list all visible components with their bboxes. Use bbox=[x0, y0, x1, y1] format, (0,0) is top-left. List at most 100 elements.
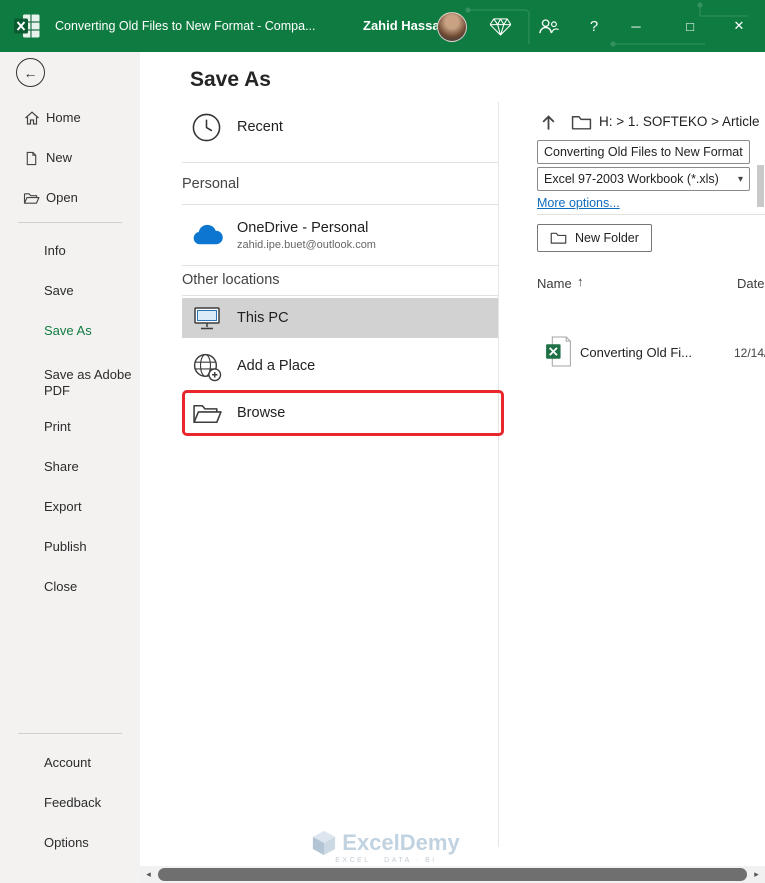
section-header-other-locations: Other locations bbox=[182, 272, 280, 288]
sidebar-item-label: Share bbox=[44, 459, 132, 475]
sidebar-item-open[interactable]: Open bbox=[0, 178, 140, 218]
scroll-right-arrow[interactable]: ▸ bbox=[748, 866, 765, 883]
sidebar-item-label: Home bbox=[46, 110, 134, 126]
column-header-name[interactable]: Name bbox=[537, 276, 572, 291]
place-label: Add a Place bbox=[237, 358, 315, 374]
titlebar: Converting Old Files to New Format - Com… bbox=[0, 0, 765, 52]
column-divider bbox=[498, 102, 499, 847]
back-button[interactable]: ← bbox=[16, 58, 45, 87]
sidebar-item-label: Save As bbox=[44, 323, 132, 339]
new-folder-button[interactable]: New Folder bbox=[537, 224, 652, 252]
places-divider bbox=[182, 204, 498, 205]
file-name: Converting Old Fi... bbox=[580, 345, 692, 360]
sidebar-item-label: Publish bbox=[44, 539, 132, 555]
premium-diamond-icon[interactable] bbox=[483, 0, 517, 52]
globe-plus-icon bbox=[190, 350, 222, 382]
save-locations-list: Recent Personal OneDrive - Personal zahi… bbox=[182, 96, 498, 496]
excel-file-icon bbox=[545, 336, 572, 367]
sidebar-item-home[interactable]: Home bbox=[0, 98, 140, 138]
place-item-onedrive[interactable]: OneDrive - Personal zahid.ipe.buet@outlo… bbox=[182, 206, 498, 264]
page-title: Save As bbox=[190, 68, 271, 92]
horizontal-scrollbar: ◂ ▸ bbox=[140, 866, 765, 883]
panel-divider bbox=[537, 214, 765, 215]
path-nav-row: H: > 1. SOFTEKO > Article bbox=[537, 110, 765, 136]
path-folder-icon bbox=[571, 114, 592, 131]
place-label: Recent bbox=[237, 119, 283, 135]
browse-folder-icon bbox=[191, 400, 223, 426]
filetype-value: Excel 97-2003 Workbook (*.xls) bbox=[538, 172, 719, 186]
filename-input[interactable] bbox=[537, 140, 750, 164]
places-divider bbox=[182, 162, 498, 163]
sidebar-item-export[interactable]: Export bbox=[0, 487, 140, 527]
sidebar-item-save-as-adobe-pdf[interactable]: Save as Adobe PDF bbox=[0, 355, 140, 411]
onedrive-cloud-icon bbox=[190, 223, 224, 247]
onedrive-email: zahid.ipe.buet@outlook.com bbox=[237, 239, 376, 251]
minimize-button[interactable]: ─ bbox=[613, 0, 659, 52]
sidebar-item-save[interactable]: Save bbox=[0, 271, 140, 311]
sidebar-item-print[interactable]: Print bbox=[0, 407, 140, 447]
place-item-browse annotation-red-box[interactable]: Browse bbox=[182, 390, 504, 436]
contacts-people-icon[interactable] bbox=[531, 0, 565, 52]
sort-ascending-icon: ↑ bbox=[577, 274, 584, 289]
sidebar-item-label: Open bbox=[46, 190, 134, 206]
backstage-content: Save As Recent Personal OneDrive - Perso bbox=[140, 52, 765, 883]
place-label: Browse bbox=[237, 405, 285, 421]
account-user-name[interactable]: Zahid Hassan bbox=[363, 0, 448, 52]
chevron-down-icon: ▾ bbox=[738, 174, 743, 185]
user-avatar[interactable] bbox=[437, 12, 467, 42]
sidebar-divider bbox=[18, 733, 122, 734]
backstage-sidebar: ← Home New Open Info Save Save As Save a… bbox=[0, 52, 140, 883]
scroll-left-arrow[interactable]: ◂ bbox=[140, 866, 157, 883]
sidebar-item-label: Options bbox=[44, 835, 132, 851]
close-button[interactable]: ✕ bbox=[716, 0, 762, 52]
excel-app-icon bbox=[13, 13, 41, 39]
place-label: OneDrive - Personal bbox=[237, 220, 376, 236]
clock-icon bbox=[190, 111, 222, 143]
sidebar-item-close[interactable]: Close bbox=[0, 567, 140, 607]
help-icon[interactable]: ? bbox=[577, 0, 611, 52]
breadcrumb[interactable]: H: > 1. SOFTEKO > Article bbox=[599, 114, 760, 129]
sidebar-item-label: Export bbox=[44, 499, 132, 515]
save-details-panel: H: > 1. SOFTEKO > Article Excel 97-2003 … bbox=[537, 110, 765, 710]
sidebar-item-label: Feedback bbox=[44, 795, 132, 811]
sidebar-item-new[interactable]: New bbox=[0, 138, 140, 178]
navigate-up-icon[interactable] bbox=[539, 113, 558, 132]
file-list-item[interactable]: Converting Old Fi... 12/14/2... bbox=[537, 334, 765, 378]
sidebar-item-label: Print bbox=[44, 419, 132, 435]
excel-backstage-window: { "colors": { "titlebar_green": "#0e7c41… bbox=[0, 0, 765, 883]
sidebar-item-label: Account bbox=[44, 755, 132, 771]
sidebar-item-save-as[interactable]: Save As bbox=[0, 311, 140, 351]
monitor-icon bbox=[192, 304, 222, 332]
place-item-this-pc[interactable]: This PC bbox=[182, 298, 498, 338]
sidebar-item-account[interactable]: Account bbox=[0, 743, 140, 783]
open-folder-icon bbox=[23, 190, 40, 207]
back-arrow-icon: ← bbox=[24, 65, 38, 81]
place-label: This PC bbox=[237, 310, 289, 326]
section-header-personal: Personal bbox=[182, 176, 239, 192]
more-options-link[interactable]: More options... bbox=[537, 196, 620, 210]
vertical-scrollbar-thumb[interactable] bbox=[757, 165, 764, 207]
file-date: 12/14/2... bbox=[734, 346, 765, 360]
home-icon bbox=[23, 110, 40, 127]
maximize-button[interactable]: □ bbox=[667, 0, 713, 52]
column-header-date[interactable]: Date bbox=[737, 276, 764, 291]
sidebar-item-feedback[interactable]: Feedback bbox=[0, 783, 140, 823]
places-divider bbox=[182, 295, 498, 296]
sidebar-item-label: Close bbox=[44, 579, 132, 595]
sidebar-item-share[interactable]: Share bbox=[0, 447, 140, 487]
new-folder-label: New Folder bbox=[575, 231, 639, 245]
sidebar-item-publish[interactable]: Publish bbox=[0, 527, 140, 567]
sidebar-item-options[interactable]: Options bbox=[0, 823, 140, 863]
sidebar-item-label: Save bbox=[44, 283, 132, 299]
sidebar-item-label: Info bbox=[44, 243, 132, 259]
sidebar-item-label: New bbox=[46, 150, 134, 166]
places-divider bbox=[182, 265, 498, 266]
onedrive-text: OneDrive - Personal zahid.ipe.buet@outlo… bbox=[237, 220, 376, 251]
place-item-recent[interactable]: Recent bbox=[182, 96, 498, 158]
sidebar-item-info[interactable]: Info bbox=[0, 231, 140, 271]
place-item-add-a-place[interactable]: Add a Place bbox=[182, 342, 498, 390]
window-title: Converting Old Files to New Format - Com… bbox=[55, 0, 316, 52]
horizontal-scrollbar-thumb[interactable] bbox=[158, 868, 747, 881]
filetype-dropdown[interactable]: Excel 97-2003 Workbook (*.xls) ▾ bbox=[537, 167, 750, 191]
sidebar-divider bbox=[18, 222, 122, 223]
